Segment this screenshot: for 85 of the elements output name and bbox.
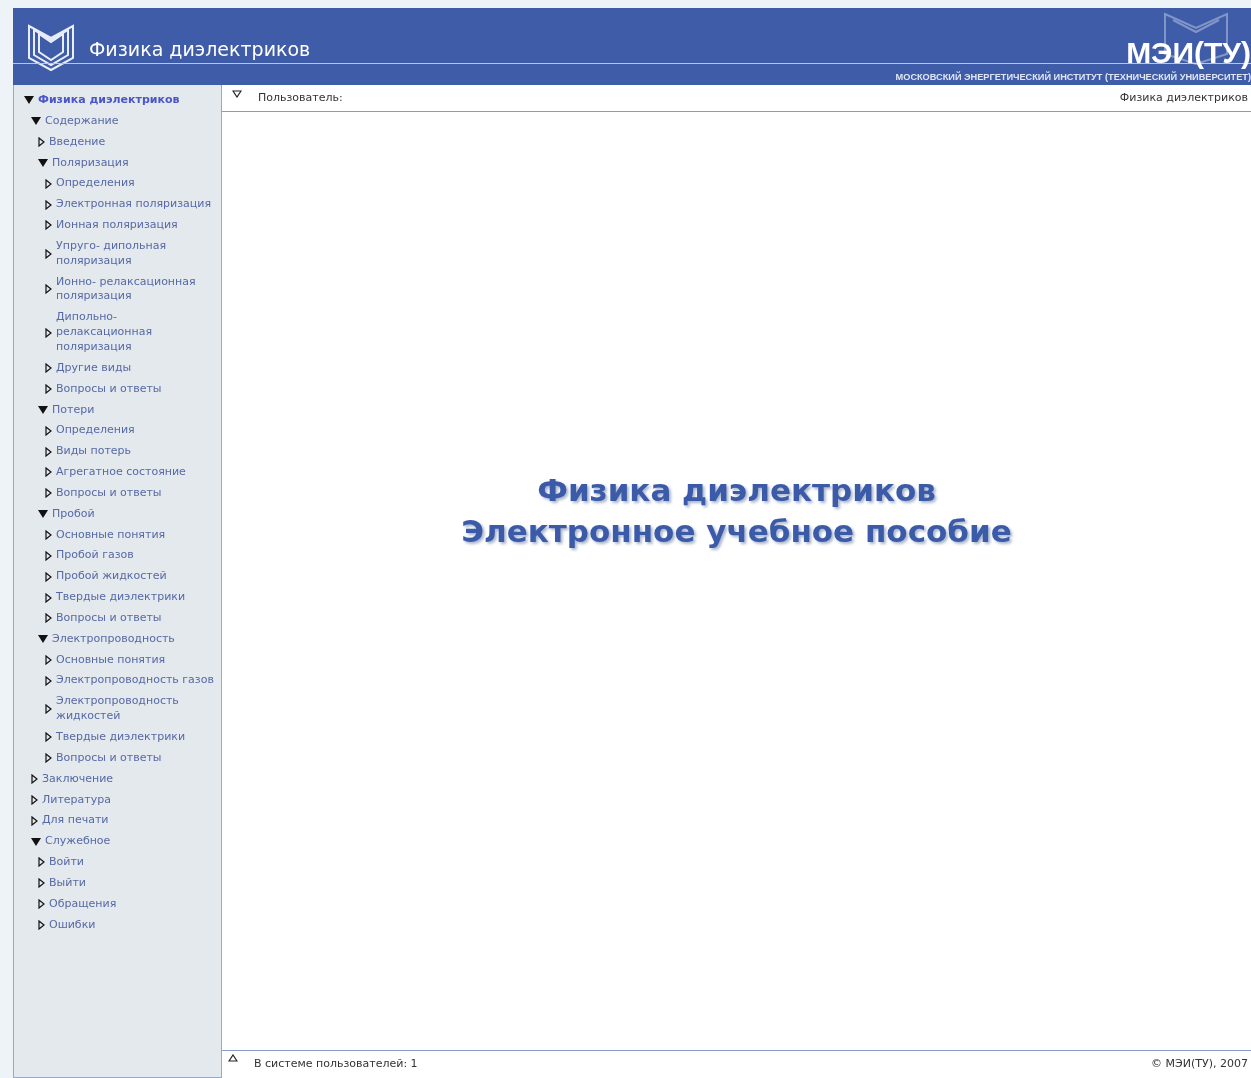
tree-item[interactable]: Электропроводность газов <box>56 673 215 689</box>
collapsed-arrow-icon[interactable] <box>38 899 45 910</box>
tree-item[interactable]: Ионная поляризация <box>56 218 215 233</box>
institute-name: МОСКОВСКИЙ ЭНЕРГЕТИЧЕСКИЙ ИНСТИТУТ (ТЕХНИЧЕСКИЙ УНИВЕРСИТЕТ) <box>895 71 1251 84</box>
collapsed-arrow-icon[interactable] <box>45 446 52 457</box>
expanded-arrow-icon[interactable] <box>24 96 34 105</box>
tree-item[interactable]: Агрегатное состояние <box>56 465 215 480</box>
tree-item[interactable]: Поляризация <box>52 155 218 171</box>
tree-item[interactable]: Определения <box>56 176 215 192</box>
collapsed-arrow-icon[interactable] <box>45 384 52 395</box>
tree-item[interactable]: Выйти <box>49 875 215 891</box>
collapsed-arrow-icon[interactable] <box>45 248 52 259</box>
users-online: В системе пользователей: 1 <box>254 1056 418 1073</box>
tree-item[interactable]: Пробой <box>52 506 218 522</box>
tree-item[interactable]: Потери <box>52 402 218 418</box>
collapsed-arrow-icon[interactable] <box>45 675 52 686</box>
tree-item[interactable]: Введение <box>49 134 215 150</box>
tree-item[interactable]: Физика диэлектриков <box>38 93 218 108</box>
logo-text: МЭИ(ТУ) <box>1126 38 1251 68</box>
collapsed-arrow-icon[interactable] <box>31 774 38 785</box>
tree-item[interactable]: Твердые диэлектрики <box>56 730 215 745</box>
expanded-arrow-icon[interactable] <box>38 635 48 644</box>
collapsed-arrow-icon[interactable] <box>45 753 52 764</box>
tree-item[interactable]: Другие виды <box>56 360 215 376</box>
expand-icon[interactable] <box>228 1054 238 1062</box>
tree-item[interactable]: Пробой жидкостей <box>56 569 215 585</box>
page-title: Физика диэлектриков <box>537 471 936 511</box>
tree-item[interactable]: Служебное <box>45 834 218 850</box>
tree-item[interactable]: Дипольно- релаксационная поляризация <box>56 310 215 355</box>
tree-item[interactable]: Пробой газов <box>56 548 215 564</box>
collapsed-arrow-icon[interactable] <box>38 920 45 930</box>
collapsed-arrow-icon[interactable] <box>45 732 52 743</box>
collapsed-arrow-icon[interactable] <box>45 530 52 540</box>
collapsed-arrow-icon[interactable] <box>45 571 52 582</box>
expanded-arrow-icon[interactable] <box>31 117 41 126</box>
collapsed-arrow-icon[interactable] <box>38 137 45 148</box>
app-title: Физика диэлектриков <box>89 37 311 62</box>
collapsed-arrow-icon[interactable] <box>45 327 52 338</box>
tree-item[interactable]: Определения <box>56 423 215 439</box>
tree-item[interactable]: Ионно- релаксационная поляризация <box>56 274 215 305</box>
collapsed-arrow-icon[interactable] <box>45 363 52 374</box>
expanded-arrow-icon[interactable] <box>38 158 48 167</box>
tree-item[interactable]: Литература <box>42 792 215 808</box>
tree-item[interactable]: Виды потерь <box>56 444 215 460</box>
tree-item[interactable]: Вопросы и ответы <box>56 485 215 501</box>
collapsed-arrow-icon[interactable] <box>45 488 52 499</box>
collapsed-arrow-icon[interactable] <box>45 550 52 561</box>
tree-item[interactable]: Электропроводность <box>52 631 218 647</box>
tree-item[interactable]: Основные понятия <box>56 527 215 543</box>
collapsed-arrow-icon[interactable] <box>31 815 38 826</box>
collapsed-arrow-icon[interactable] <box>31 794 38 805</box>
tree-item[interactable]: Твердые диэлектрики <box>56 590 215 605</box>
tree-item[interactable]: Заключение <box>42 771 215 787</box>
tree-item[interactable]: Основные понятия <box>56 652 215 668</box>
collapsed-arrow-icon[interactable] <box>45 425 52 436</box>
expanded-arrow-icon[interactable] <box>31 837 41 846</box>
tree-item[interactable]: Электропроводность жидкостей <box>56 694 215 724</box>
tree-item[interactable]: Ошибки <box>49 917 215 933</box>
collapse-icon[interactable] <box>232 90 242 98</box>
collapsed-arrow-icon[interactable] <box>38 878 45 889</box>
collapsed-arrow-icon[interactable] <box>38 857 45 868</box>
tree-item[interactable]: Войти <box>49 855 215 870</box>
tree-item[interactable]: Обращения <box>49 896 215 912</box>
collapsed-arrow-icon[interactable] <box>45 467 52 478</box>
tree-item[interactable]: Для печати <box>42 813 215 829</box>
collapsed-arrow-icon[interactable] <box>45 592 52 603</box>
tree-item[interactable]: Вопросы и ответы <box>56 610 215 626</box>
copyright: © МЭИ(ТУ), 2007 <box>1151 1056 1248 1073</box>
user-label: Пользователь: <box>258 89 343 106</box>
tree-item[interactable]: Электронная поляризация <box>56 197 215 213</box>
expanded-arrow-icon[interactable] <box>38 405 48 414</box>
tree-item[interactable]: Вопросы и ответы <box>56 750 215 766</box>
course-name: Физика диэлектриков <box>1119 89 1248 106</box>
tree-item[interactable]: Вопросы и ответы <box>56 381 215 397</box>
collapsed-arrow-icon[interactable] <box>45 199 52 210</box>
expanded-arrow-icon[interactable] <box>38 510 48 519</box>
collapsed-arrow-icon[interactable] <box>45 704 52 715</box>
collapsed-arrow-icon[interactable] <box>45 655 52 666</box>
collapsed-arrow-icon[interactable] <box>45 178 52 189</box>
collapsed-arrow-icon[interactable] <box>45 284 52 295</box>
page-title: Электронное учебное пособие <box>461 512 1012 551</box>
tree-item[interactable]: Содержание <box>45 113 218 129</box>
collapsed-arrow-icon[interactable] <box>45 220 52 231</box>
tree-item[interactable]: Упруго- дипольная поляризация <box>56 238 215 269</box>
collapsed-arrow-icon[interactable] <box>45 613 52 624</box>
